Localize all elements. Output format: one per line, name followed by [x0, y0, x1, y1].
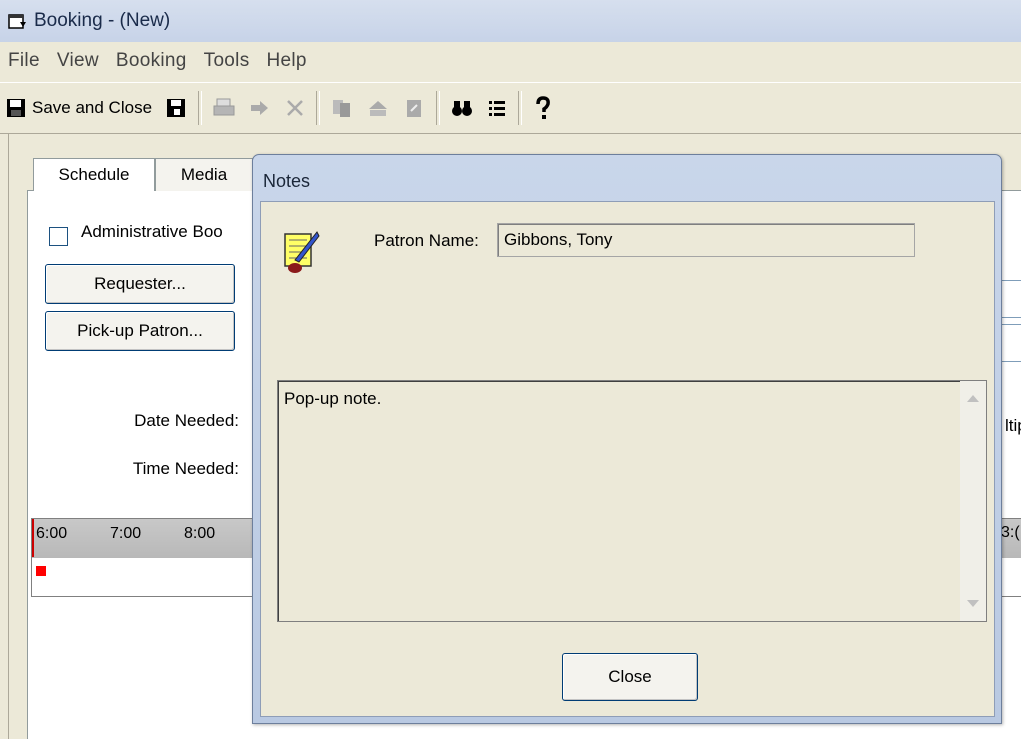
requester-button-label: Requester... — [94, 274, 186, 293]
forward-button[interactable] — [242, 88, 278, 128]
printer-icon — [213, 98, 235, 116]
help-question-icon — [536, 96, 550, 119]
copy-documents-icon — [333, 100, 351, 117]
notes-dialog-title: Notes — [263, 171, 311, 191]
multiple-dates-partial-label: ltip — [1005, 416, 1021, 435]
menu-file[interactable]: File — [0, 50, 49, 72]
note-scrollbar[interactable] — [960, 381, 986, 621]
tab-media[interactable]: Media — [155, 158, 253, 191]
menu-help[interactable]: Help — [259, 50, 316, 72]
print-button[interactable] — [206, 88, 242, 128]
booking-slot-marker — [36, 566, 46, 576]
right-field-1[interactable] — [999, 280, 1021, 318]
save-and-close-label: Save and Close — [32, 98, 153, 117]
notes-dialog: Notes Patron Name: Gibbons, Tony Pop-up … — [252, 154, 1002, 724]
menu-view[interactable]: View — [49, 50, 108, 72]
floppy-disk-icon — [7, 99, 25, 117]
delete-button[interactable] — [278, 88, 312, 128]
clipboard-icon — [407, 100, 422, 117]
booking-app-icon — [8, 14, 26, 29]
copy-button[interactable] — [324, 88, 360, 128]
patron-name-value: Gibbons, Tony — [504, 230, 613, 249]
title-bar: Booking - (New) — [0, 0, 1021, 42]
toolbar-separator — [436, 91, 441, 125]
requester-button[interactable]: Requester... — [45, 264, 235, 304]
tab-schedule-label: Schedule — [58, 165, 130, 184]
binoculars-icon — [452, 101, 473, 116]
list-button[interactable] — [480, 88, 514, 128]
hour-label: 6:00 — [36, 525, 68, 542]
close-button-label: Close — [608, 667, 652, 686]
pickup-patron-button[interactable]: Pick-up Patron... — [45, 311, 235, 351]
transfer-button[interactable] — [360, 88, 396, 128]
transfer-icon — [369, 101, 388, 116]
tab-schedule[interactable]: Schedule — [33, 158, 155, 191]
notepad-quill-icon — [284, 231, 320, 273]
menu-tools[interactable]: Tools — [196, 50, 259, 72]
administrative-booking-checkbox[interactable] — [49, 227, 68, 246]
time-needed-label: Time Needed: — [132, 459, 239, 478]
scroll-up-arrow-icon[interactable] — [967, 395, 979, 402]
tab-media-label: Media — [180, 165, 228, 184]
help-button[interactable] — [526, 88, 560, 128]
date-needed-label: Date Needed: — [134, 411, 239, 430]
find-button[interactable] — [444, 88, 480, 128]
toolbar: Save and Close — [0, 82, 1021, 134]
window-title: Booking - (New) — [34, 10, 171, 31]
clipboard-button[interactable] — [396, 88, 432, 128]
patron-name-field[interactable]: Gibbons, Tony — [497, 223, 915, 257]
close-button[interactable]: Close — [562, 653, 698, 701]
delete-x-icon — [287, 100, 303, 116]
scroll-down-arrow-icon[interactable] — [967, 600, 979, 607]
pickup-patron-button-label: Pick-up Patron... — [77, 321, 203, 340]
hour-label: 8:00 — [184, 525, 216, 542]
toolbar-separator — [198, 91, 203, 125]
save-icon — [167, 99, 186, 117]
save-button[interactable] — [158, 88, 194, 128]
right-field-2[interactable] — [999, 324, 1021, 362]
toolbar-separator — [316, 91, 321, 125]
hour-label: 7:00 — [110, 525, 142, 542]
toolbar-separator — [518, 91, 523, 125]
save-and-close-button[interactable]: Save and Close — [0, 88, 158, 128]
menu-booking[interactable]: Booking — [108, 50, 196, 72]
forward-arrow-icon — [251, 101, 269, 115]
notes-dialog-body: Patron Name: Gibbons, Tony Pop-up note. … — [260, 201, 995, 717]
administrative-booking-label: Administrative Boo — [81, 222, 223, 241]
menu-bar: File View Booking Tools Help — [0, 42, 1021, 80]
hour-label-partial: 3:( — [1001, 524, 1020, 541]
note-text: Pop-up note. — [284, 389, 382, 408]
current-time-marker — [32, 519, 34, 557]
patron-name-label: Patron Name: — [374, 231, 479, 250]
note-textarea[interactable]: Pop-up note. — [277, 380, 987, 622]
list-icon — [489, 101, 506, 116]
